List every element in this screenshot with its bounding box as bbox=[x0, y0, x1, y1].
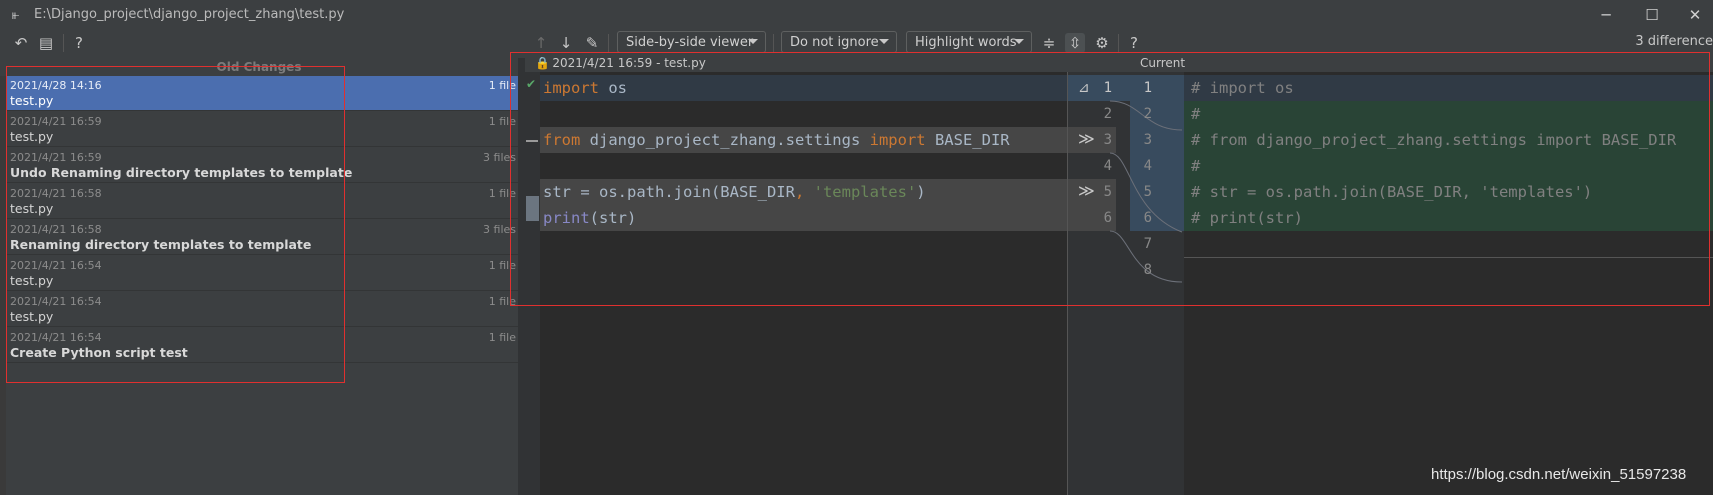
chevron-down-icon bbox=[748, 39, 758, 44]
settings-gear-icon[interactable]: ⚙ bbox=[1092, 33, 1112, 53]
edit-source-icon[interactable]: ✎ bbox=[582, 33, 602, 53]
toolbar-separator bbox=[773, 34, 774, 52]
collapse-unchanged-icon[interactable]: ≑ bbox=[1039, 33, 1059, 53]
create-patch-icon[interactable]: ▤ bbox=[36, 33, 56, 53]
close-icon[interactable]: ✕ bbox=[1672, 2, 1713, 28]
watermark: https://blog.csdn.net/weixin_51597238 bbox=[1431, 466, 1687, 483]
minimize-icon[interactable]: ─ bbox=[1583, 2, 1629, 28]
window-title: E:\Django_project\django_project_zhang\t… bbox=[34, 7, 345, 22]
highlight-label: Highlight words bbox=[915, 34, 1017, 50]
highlight-box-diff bbox=[510, 52, 1710, 306]
toolbar-separator bbox=[608, 34, 609, 52]
chevron-down-icon bbox=[879, 39, 889, 44]
toolbar-separator bbox=[63, 34, 64, 52]
whitespace-dropdown[interactable]: Do not ignore bbox=[781, 31, 897, 53]
help-icon[interactable]: ? bbox=[1124, 33, 1144, 53]
help-icon[interactable]: ? bbox=[69, 33, 89, 53]
title-bar: ⫦ E:\Django_project\django_project_zhang… bbox=[0, 0, 1713, 30]
sync-scroll-icon[interactable]: ⇳ bbox=[1065, 33, 1085, 53]
viewer-mode-label: Side-by-side viewer bbox=[626, 34, 754, 50]
maximize-icon[interactable]: ☐ bbox=[1629, 2, 1675, 28]
viewer-mode-dropdown[interactable]: Side-by-side viewer bbox=[617, 31, 766, 53]
whitespace-label: Do not ignore bbox=[790, 34, 879, 50]
next-difference-icon[interactable]: ↓ bbox=[556, 33, 576, 53]
revision-file-count: 1 file bbox=[488, 331, 516, 344]
differences-count: 3 difference bbox=[1635, 34, 1713, 49]
revert-icon[interactable]: ↶ bbox=[11, 33, 31, 53]
highlight-box-left bbox=[6, 66, 345, 383]
chevron-down-icon bbox=[1014, 39, 1024, 44]
toolbar-separator bbox=[1118, 34, 1119, 52]
previous-difference-icon[interactable]: ↑ bbox=[531, 33, 551, 53]
app-icon: ⫦ bbox=[12, 8, 20, 23]
highlight-dropdown[interactable]: Highlight words bbox=[906, 31, 1032, 53]
